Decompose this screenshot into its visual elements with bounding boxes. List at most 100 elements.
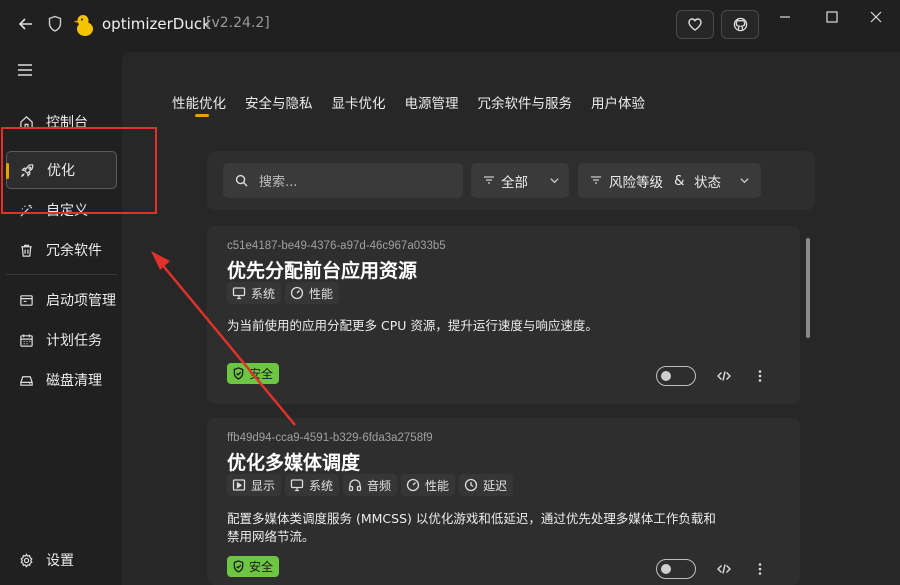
risk-status-label-status: 状态 (694, 174, 721, 191)
tab-power[interactable]: 电源管理 (405, 92, 459, 112)
tag-latency: 延迟 (459, 474, 514, 496)
chevron-down-icon (550, 178, 559, 184)
filter-icon (591, 176, 601, 184)
filter-bar: 搜索... 全部 风险等级 & 状态 (207, 151, 815, 210)
tag-label: 延迟 (483, 478, 508, 493)
risk-status-dropdown[interactable]: 风险等级 & 状态 (578, 163, 761, 198)
tag-performance: 性能 (401, 474, 456, 496)
minimize-icon (780, 16, 790, 18)
tag-label: 系统 (251, 286, 276, 301)
tag-label: 音频 (367, 478, 392, 493)
sidebar-item-bloatware[interactable]: 冗余软件 (6, 231, 117, 269)
main-panel: 性能优化 安全与隐私 显卡优化 电源管理 冗余软件与服务 用户体验 搜索... … (122, 52, 900, 585)
tab-gpu[interactable]: 显卡优化 (332, 92, 386, 112)
enable-toggle[interactable] (656, 366, 696, 386)
github-icon (733, 17, 747, 32)
tag-label: 系统 (309, 478, 334, 493)
card-title: 优化多媒体调度 (227, 452, 361, 474)
monitor-icon (232, 287, 246, 300)
sidebar-item-settings[interactable]: 设置 (6, 541, 117, 579)
sidebar-item-scheduled-tasks[interactable]: 计划任务 (6, 321, 117, 359)
gauge-icon (406, 478, 420, 492)
app-version: [v2.24.2] (206, 15, 270, 31)
sidebar-divider (6, 274, 117, 275)
risk-badge-safe: 安全 (227, 363, 280, 384)
shield-icon (48, 15, 62, 32)
risk-badge-safe: 安全 (227, 556, 280, 577)
category-dropdown[interactable]: 全部 (471, 163, 569, 198)
sidebar-item-label: 计划任务 (46, 333, 102, 349)
clock-icon (464, 478, 478, 492)
maximize-button[interactable] (817, 6, 847, 28)
enable-toggle[interactable] (656, 559, 696, 579)
startup-icon (20, 294, 33, 306)
monitor-icon (290, 479, 304, 492)
search-icon (235, 174, 248, 187)
card-tags: 显示 系统 音频 性能 延迟 (227, 474, 514, 496)
tag-display: 显示 (227, 474, 282, 496)
back-arrow-icon[interactable] (16, 14, 36, 34)
shield-check-icon (233, 367, 244, 380)
close-icon (870, 11, 882, 23)
filter-icon (484, 176, 494, 184)
tab-bloatware-services[interactable]: 冗余软件与服务 (478, 92, 573, 112)
sidebar-item-label: 启动项管理 (46, 293, 116, 309)
tag-label: 显示 (251, 478, 276, 493)
sidebar-item-label: 设置 (46, 553, 74, 569)
sidebar-item-startup[interactable]: 启动项管理 (6, 281, 117, 319)
app-title: optimizerDuck (102, 15, 211, 33)
tag-label: 性能 (309, 286, 334, 301)
code-icon[interactable] (717, 562, 731, 576)
tag-system: 系统 (227, 282, 282, 304)
search-input[interactable]: 搜索... (223, 163, 463, 198)
card-description: 配置多媒体类调度服务 (MMCSS) 以优化游戏和低延迟，通过优先处理多媒体工作… (227, 510, 787, 546)
scrollbar-thumb[interactable] (806, 238, 810, 338)
sidebar-item-disk-cleanup[interactable]: 磁盘清理 (6, 361, 117, 399)
sidebar-item-label: 磁盘清理 (46, 373, 102, 389)
annotation-highlight-box (1, 127, 157, 214)
duck-logo-icon (73, 15, 93, 36)
tag-system: 系统 (285, 474, 340, 496)
card-description: 为当前使用的应用分配更多 CPU 资源，提升运行速度与响应速度。 (227, 318, 598, 333)
optimization-card: ffb49d94-cca9-4591-b329-6fda3a2758f9 优化多… (207, 418, 800, 585)
shield-check-icon (233, 560, 244, 573)
disk-icon (20, 375, 33, 386)
risk-label: 安全 (249, 560, 274, 574)
card-description-line: 配置多媒体类调度服务 (MMCSS) 以优化游戏和低延迟，通过优先处理多媒体工作… (227, 511, 716, 526)
code-icon[interactable] (717, 369, 731, 383)
card-id: ffb49d94-cca9-4591-b329-6fda3a2758f9 (227, 432, 433, 444)
calendar-icon (20, 333, 33, 347)
more-options-icon[interactable] (753, 369, 767, 383)
more-options-icon[interactable] (753, 562, 767, 576)
play-screen-icon (232, 479, 246, 491)
card-tags: 系统 性能 (227, 282, 340, 304)
heart-icon (688, 18, 702, 31)
menu-icon[interactable] (17, 63, 33, 77)
risk-label: 安全 (249, 367, 274, 381)
tab-performance[interactable]: 性能优化 (172, 92, 226, 117)
tag-label: 性能 (425, 478, 450, 493)
search-placeholder: 搜索... (259, 175, 298, 190)
card-title: 优先分配前台应用资源 (227, 260, 418, 282)
category-value: 全部 (501, 174, 528, 191)
card-description-line: 禁用网络节流。 (227, 529, 315, 544)
tab-security-privacy[interactable]: 安全与隐私 (245, 92, 313, 112)
optimization-card: c51e4187-be49-4376-a97d-46c967a033b5 优先分… (207, 226, 800, 404)
maximize-icon (826, 11, 838, 23)
minimize-button[interactable] (770, 6, 800, 28)
headphones-icon (348, 479, 362, 492)
title-bar: optimizerDuck [v2.24.2] (0, 0, 900, 48)
tab-user-experience[interactable]: 用户体验 (591, 92, 645, 112)
risk-status-label-amp: & (674, 172, 685, 189)
chevron-down-icon (740, 178, 749, 184)
favorite-button[interactable] (676, 10, 714, 39)
github-button[interactable] (721, 10, 759, 39)
sidebar-item-label: 冗余软件 (46, 243, 102, 259)
gauge-icon (290, 286, 304, 300)
close-button[interactable] (861, 6, 891, 28)
gear-icon (20, 552, 33, 568)
tag-performance: 性能 (285, 282, 340, 304)
trash-icon (21, 244, 32, 257)
risk-status-label-risk: 风险等级 (609, 174, 663, 191)
category-tabs: 性能优化 安全与隐私 显卡优化 电源管理 冗余软件与服务 用户体验 (172, 92, 645, 117)
